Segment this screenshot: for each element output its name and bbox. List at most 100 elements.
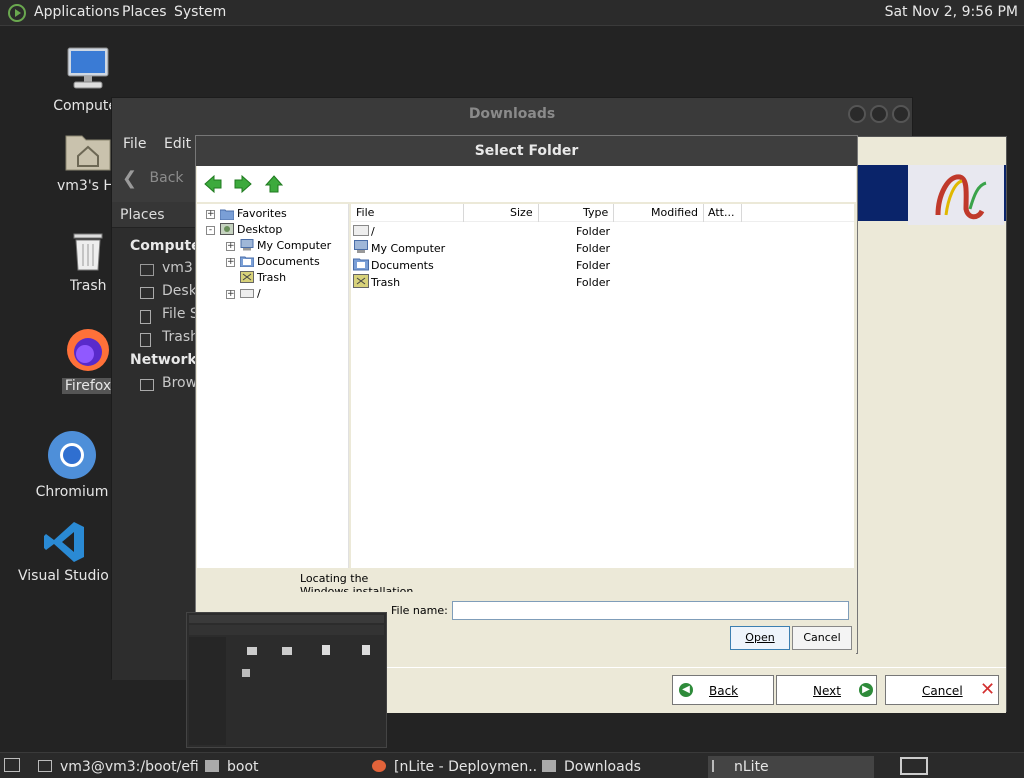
back-button[interactable]: ❮ Back [122, 168, 184, 189]
close-button[interactable] [892, 105, 910, 123]
desktop-label: vm3's Home [57, 178, 119, 194]
nlite-back-button[interactable]: ◀ Back [672, 675, 774, 705]
expand-icon[interactable]: + [226, 290, 235, 299]
show-desktop-icon[interactable] [4, 758, 20, 772]
file-list-header: File Size Type Modified Att... [351, 204, 854, 222]
task-terminal[interactable]: vm3@vm3:/boot/efi [38, 756, 198, 778]
thumb-file-icon [362, 645, 370, 655]
file-row[interactable]: My Computer Folder [351, 240, 854, 257]
computer-icon [67, 47, 109, 89]
file-row[interactable]: Trash Folder [351, 274, 854, 291]
folder-icon [542, 760, 556, 772]
file-type: Folder [576, 225, 610, 238]
expand-icon[interactable]: + [206, 210, 215, 219]
file-type: Folder [576, 259, 610, 272]
file-name: Documents [371, 259, 434, 272]
nlite-cancel-label: Cancel [922, 684, 963, 698]
nlite-back-label: Back [709, 684, 739, 698]
forward-arrow-icon[interactable] [233, 174, 253, 194]
thumb-toolbar [189, 625, 384, 635]
up-arrow-icon[interactable] [264, 174, 284, 194]
column-separator[interactable] [538, 204, 539, 222]
collapse-icon[interactable]: - [206, 226, 215, 235]
window-thumbnail-preview[interactable] [186, 612, 387, 748]
documents-folder-icon [240, 256, 254, 267]
status-text: Locating the Windows installation [300, 572, 414, 592]
thumb-file-icon [242, 669, 250, 677]
task-label: Downloads [564, 759, 641, 775]
file-name: / [371, 225, 375, 238]
applications-menu[interactable]: Applications [34, 4, 120, 20]
favorites-folder-icon [220, 209, 234, 220]
tree-item-trash[interactable]: Trash [257, 271, 286, 284]
thumb-file-icon [322, 645, 330, 655]
task-downloads[interactable]: Downloads [542, 756, 702, 778]
back-arrow-icon: ◀ [679, 683, 693, 697]
sidebar-item-vm3[interactable]: vm3 [162, 260, 193, 276]
task-boot[interactable]: boot [205, 756, 365, 778]
file-name: My Computer [371, 242, 446, 255]
folder-icon [205, 760, 219, 772]
thumb-folder-icon [282, 647, 292, 655]
tree-item-root[interactable]: / [257, 287, 261, 300]
places-menu[interactable]: Places [122, 4, 167, 20]
open-button[interactable]: Open [730, 626, 790, 650]
file-system-icon [140, 310, 151, 324]
desktop-label: Trash [69, 278, 107, 294]
column-separator[interactable] [463, 204, 464, 222]
network-icon [140, 379, 154, 391]
column-size[interactable]: Size [510, 206, 533, 219]
desktop-label: Firefox [61, 378, 115, 394]
nlite-next-button[interactable]: Next ▶ [776, 675, 877, 705]
thumb-sidebar [189, 637, 226, 745]
nlite-cancel-button[interactable]: Cancel ✕ [885, 675, 999, 705]
file-type: Folder [576, 276, 610, 289]
tree-item-favorites[interactable]: Favorites [237, 207, 287, 220]
edit-menu[interactable]: Edit [164, 136, 191, 152]
column-separator[interactable] [741, 204, 742, 222]
cancel-button[interactable]: Cancel [792, 626, 852, 650]
maximize-button[interactable] [870, 105, 888, 123]
select-folder-dialog[interactable]: Select Folder + Favorites - Desktop + My… [195, 135, 858, 654]
expand-icon[interactable]: + [226, 258, 235, 267]
home-folder-icon [65, 135, 111, 171]
back-arrow-icon[interactable] [203, 174, 223, 194]
desktop-icon-vscode[interactable]: Visual Studio Code [18, 520, 110, 588]
file-row[interactable]: Documents Folder [351, 257, 854, 274]
system-menu[interactable]: System [174, 4, 226, 20]
column-modified[interactable]: Modified [651, 206, 698, 219]
next-arrow-icon: ▶ [859, 683, 873, 697]
file-row[interactable]: / Folder [351, 223, 854, 240]
tree-item-desktop[interactable]: Desktop [237, 223, 282, 236]
downloads-window-title: Downloads [112, 98, 912, 130]
back-arrow-icon: ❮ [122, 168, 138, 189]
distro-logo-icon[interactable] [8, 4, 26, 22]
chromium-icon [48, 431, 96, 479]
file-name-label: File name: [391, 604, 448, 617]
back-label: Back [149, 170, 184, 186]
tree-item-my-computer[interactable]: My Computer [257, 239, 331, 252]
workspace-switcher-icon[interactable] [900, 757, 928, 775]
column-separator[interactable] [613, 204, 614, 222]
folder-tree: + Favorites - Desktop + My Computer + Do… [197, 204, 349, 568]
cancel-x-icon: ✕ [980, 679, 996, 700]
column-separator[interactable] [703, 204, 704, 222]
task-label: boot [227, 759, 259, 775]
file-name-input[interactable] [452, 601, 849, 620]
file-menu[interactable]: File [123, 136, 146, 152]
top-panel: Applications Places System Sat Nov 2, 9:… [0, 0, 1024, 26]
firefox-icon [372, 760, 386, 772]
task-nlite[interactable]: nLite [708, 756, 874, 778]
places-header[interactable]: Places [112, 202, 198, 228]
minimize-button[interactable] [848, 105, 866, 123]
expand-icon[interactable]: + [226, 242, 235, 251]
column-type[interactable]: Type [583, 206, 608, 219]
column-attributes[interactable]: Att... [708, 206, 734, 219]
documents-folder-icon [353, 258, 369, 271]
column-file[interactable]: File [356, 206, 374, 219]
sidebar-item-trash[interactable]: Trash [162, 329, 199, 345]
clock[interactable]: Sat Nov 2, 9:56 PM [885, 4, 1018, 20]
tree-item-documents[interactable]: Documents [257, 255, 320, 268]
taskbar: vm3@vm3:/boot/efi boot [nLite - Deployme… [0, 752, 1024, 778]
task-nlite-firefox[interactable]: [nLite - Deploymen... [372, 756, 536, 778]
